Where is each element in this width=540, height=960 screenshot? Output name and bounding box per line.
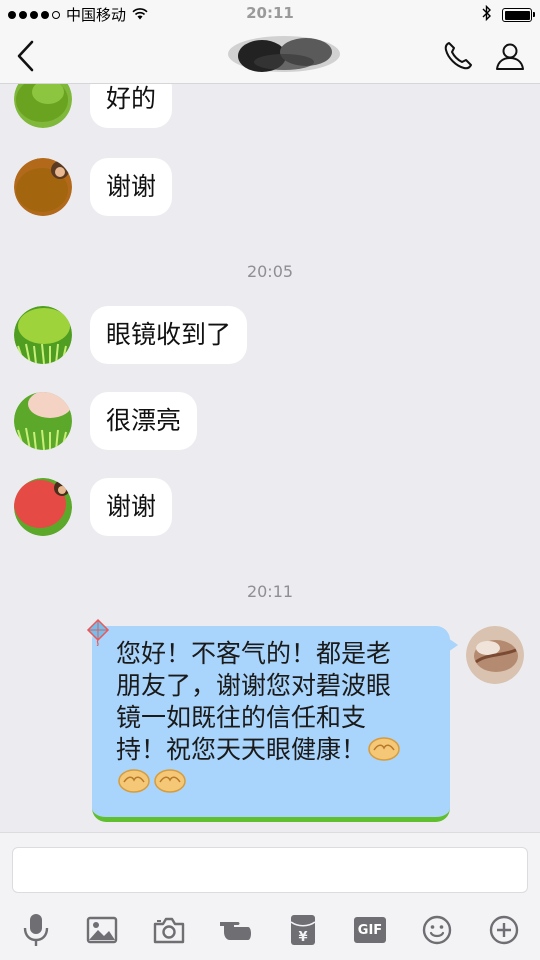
phone-icon [444, 42, 472, 70]
image-icon [86, 916, 118, 944]
handshake-emoji-icon [154, 768, 186, 794]
handshake-emoji-icon [368, 736, 400, 762]
poke-icon [220, 922, 251, 940]
camera-button[interactable] [147, 908, 191, 952]
message-line: 您好！不客气的！都是老 [116, 639, 392, 668]
contact-name-redacted [224, 32, 342, 80]
input-bar [0, 832, 540, 900]
input-toolbar: ¥ GIF [0, 900, 540, 960]
gif-button[interactable]: GIF [348, 908, 392, 952]
message-bubble[interactable]: 好的 [90, 84, 173, 128]
image-button[interactable] [80, 908, 124, 952]
more-button[interactable] [482, 908, 526, 952]
status-time: 20:11 [246, 4, 294, 22]
gif-icon: GIF [354, 917, 386, 943]
message-timestamp: 20:05 [246, 262, 294, 281]
contact-avatar[interactable] [14, 306, 72, 364]
red-packet-button[interactable]: ¥ [281, 908, 325, 952]
camera-icon [153, 917, 185, 944]
my-avatar[interactable] [466, 626, 524, 684]
chat-area[interactable]: 好的 谢谢 20:05 眼镜收到了 很漂亮 谢谢 20:11 您好！不客气的！都… [0, 84, 540, 832]
contact-avatar[interactable] [14, 84, 72, 128]
poke-button[interactable] [214, 908, 258, 952]
chevron-left-icon [17, 40, 34, 72]
message-line: 朋友了，谢谢您对碧波眼 [116, 671, 392, 700]
message-timestamp: 20:11 [246, 582, 294, 601]
voice-button[interactable] [14, 908, 58, 952]
call-button[interactable] [438, 36, 478, 76]
bluetooth-icon [482, 4, 492, 25]
message-line: 镜一如既往的信任和支 [116, 703, 367, 732]
red-packet-icon: ¥ [290, 915, 316, 945]
navigation-bar [0, 28, 540, 84]
profile-button[interactable] [490, 36, 530, 76]
message-bubble[interactable]: 很漂亮 [90, 392, 198, 450]
message-bubble[interactable]: 眼镜收到了 [90, 306, 248, 364]
message-input[interactable] [12, 847, 528, 893]
handshake-emoji-icon [118, 768, 150, 794]
message-bubble[interactable]: 谢谢 [90, 478, 173, 536]
message-line: 持！祝您天天眼健康！ [116, 734, 432, 766]
contact-avatar[interactable] [14, 392, 72, 450]
microphone-icon [23, 914, 49, 946]
status-bar: 中国移动 20:11 [0, 0, 540, 28]
kite-bubble-decoration-icon [84, 618, 112, 647]
battery-icon [502, 8, 535, 22]
back-button[interactable] [6, 36, 46, 76]
message-line [116, 766, 432, 798]
person-icon [496, 43, 524, 70]
message-bubble[interactable]: 谢谢 [90, 158, 173, 216]
contact-avatar[interactable] [14, 158, 72, 216]
my-message-bubble[interactable]: 您好！不客气的！都是老 朋友了，谢谢您对碧波眼 镜一如既往的信任和支 持！祝您天… [92, 626, 458, 822]
svg-text:¥: ¥ [298, 930, 307, 945]
contact-avatar[interactable] [14, 478, 72, 536]
emoji-button[interactable] [415, 908, 459, 952]
status-bar-right [482, 4, 535, 25]
plus-icon [489, 915, 519, 945]
emoji-icon [422, 915, 452, 945]
